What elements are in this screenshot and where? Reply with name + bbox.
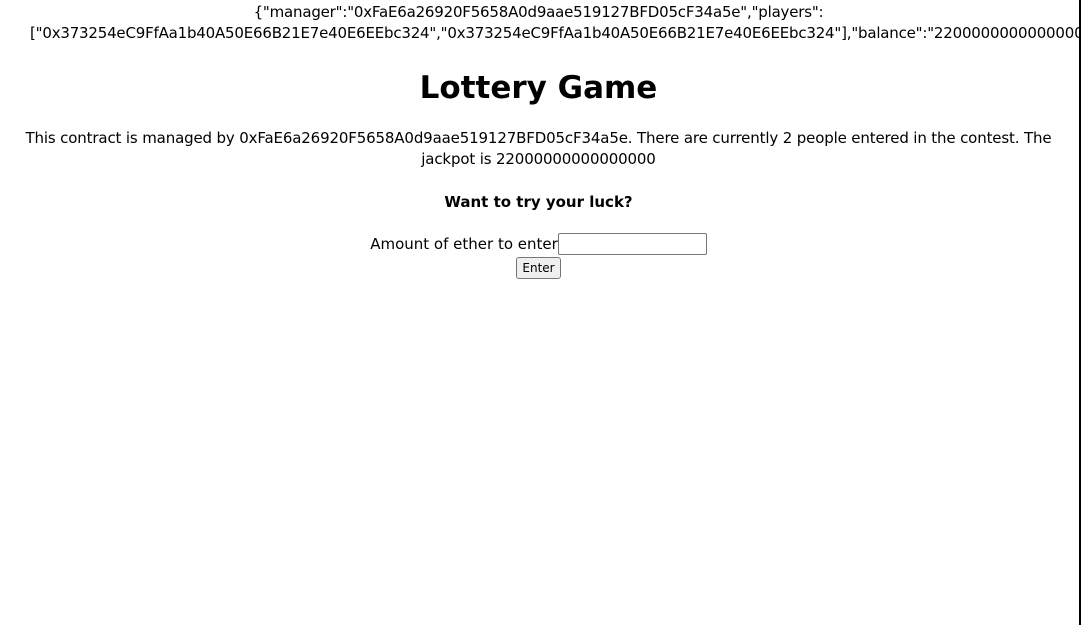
contract-info: This contract is managed by 0xFaE6a26920…	[0, 128, 1077, 170]
amount-row: Amount of ether to enter	[370, 233, 707, 255]
form-heading: Want to try your luck?	[444, 193, 633, 211]
page: {"manager":"0xFaE6a26920F5658A0d9aae5191…	[0, 0, 1081, 279]
info-middle: . There are currently	[627, 129, 783, 147]
amount-label: Amount of ether to enter	[370, 235, 558, 253]
state-json-dump: {"manager":"0xFaE6a26920F5658A0d9aae5191…	[30, 3, 1081, 42]
page-title: Lottery Game	[419, 70, 658, 106]
manager-address: 0xFaE6a26920F5658A0d9aae519127BFD05cF34a…	[239, 129, 628, 147]
jackpot-amount: 22000000000000000	[496, 150, 656, 168]
player-count: 2	[782, 129, 793, 147]
enter-button[interactable]: Enter	[516, 257, 561, 279]
amount-input[interactable]	[557, 233, 707, 255]
info-prefix: This contract is managed by	[25, 129, 240, 147]
enter-form: Want to try your luck? Amount of ether t…	[0, 192, 1077, 279]
